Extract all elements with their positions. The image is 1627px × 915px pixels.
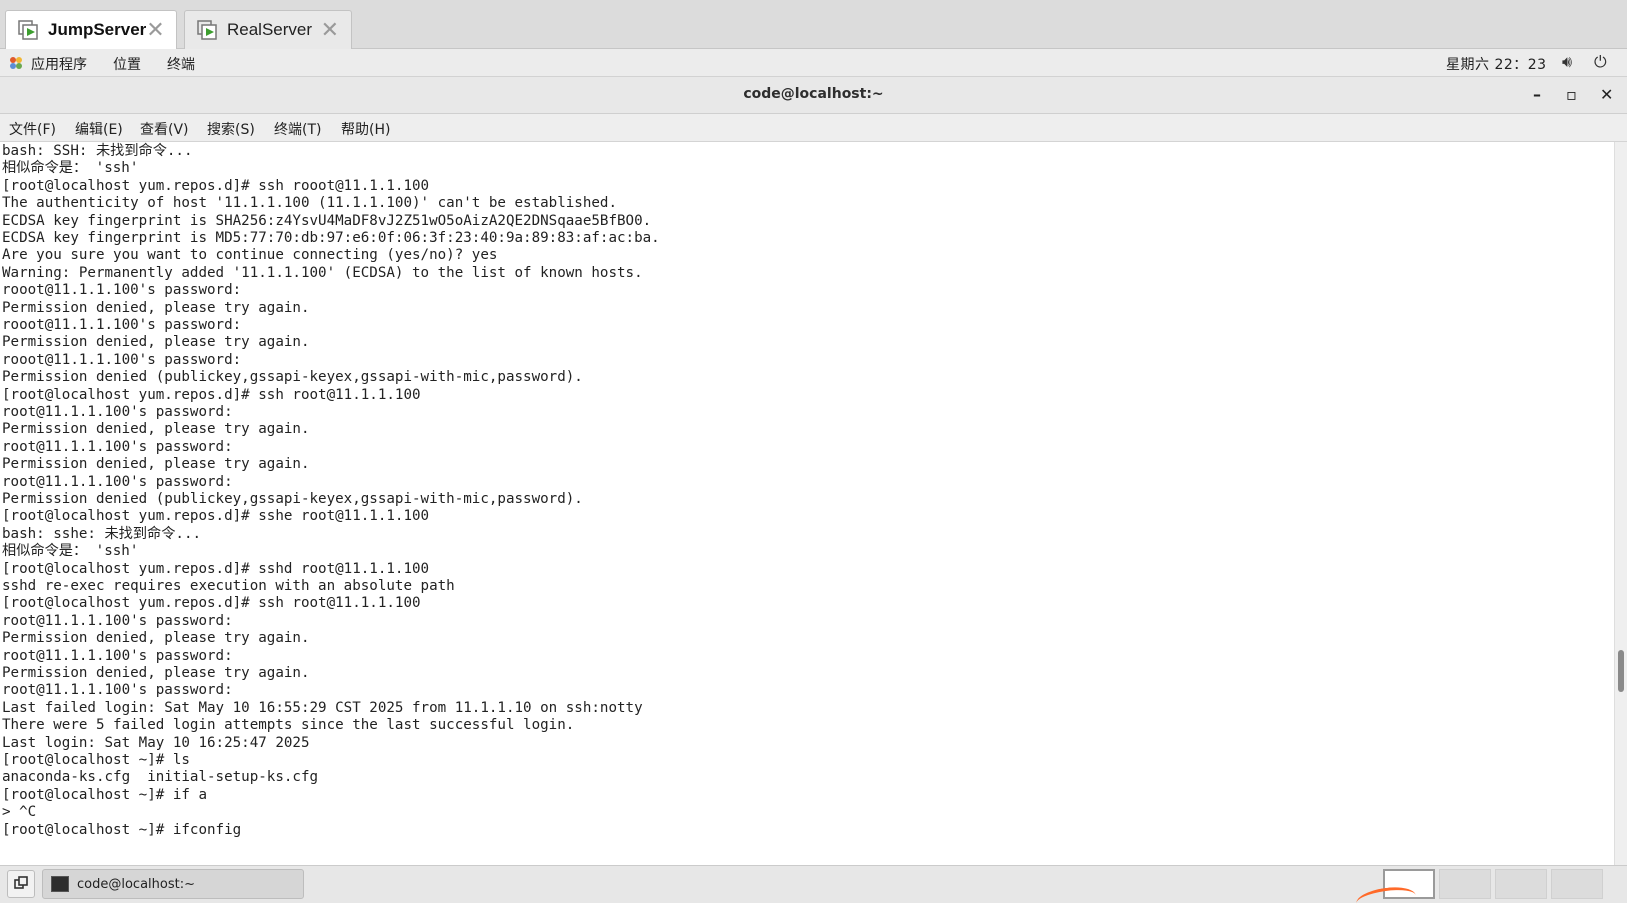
terminal-line: rooot@11.1.1.100's password: <box>2 351 242 368</box>
vm-tab-strip: JumpServer ✕ RealServer ✕ <box>0 0 1627 49</box>
terminal-line: Last failed login: Sat May 10 16:55:29 C… <box>2 699 643 716</box>
terminal-line: Permission denied (publickey,gssapi-keye… <box>2 369 583 386</box>
terminal-line: sshd re-exec requires execution with an … <box>2 578 455 594</box>
terminal-line: There were 5 failed login attempts since… <box>2 717 575 734</box>
places-menu[interactable]: 位置 <box>113 54 141 74</box>
terminal-line: The authenticity of host '11.1.1.100 (11… <box>2 195 617 212</box>
terminal-line: [root@localhost yum.repos.d]# sshe root@… <box>2 508 430 525</box>
vm-console-icon <box>197 19 219 41</box>
terminal-line: Permission denied, please try again. <box>2 421 310 438</box>
terminal-line: Permission denied, please try again. <box>2 630 310 647</box>
menu-file[interactable]: 文件(F) <box>9 119 56 139</box>
terminal-line: > ^C <box>2 804 37 821</box>
terminal-menu[interactable]: 终端 <box>167 54 195 74</box>
volume-icon[interactable]: 🔊︎ <box>1562 52 1572 72</box>
workspace-3[interactable] <box>1495 869 1547 899</box>
maximize-button[interactable]: ▫ <box>1566 85 1577 104</box>
terminal-line: anaconda-ks.cfg initial-setup-ks.cfg <box>2 769 319 786</box>
tab-label: JumpServer <box>48 20 147 39</box>
menu-search[interactable]: 搜索(S) <box>207 119 255 139</box>
terminal-line: [root@localhost yum.repos.d]# sshd root@… <box>2 560 430 577</box>
terminal-line: [root@localhost ~]# ls <box>2 752 190 768</box>
terminal-line: Warning: Permanently added '11.1.1.100' … <box>2 264 643 281</box>
terminal-line: Are you sure you want to continue connec… <box>2 247 498 264</box>
tab-jumpserver[interactable]: JumpServer ✕ <box>5 10 177 49</box>
close-button[interactable]: ✕ <box>1600 85 1613 104</box>
vm-console-icon <box>18 19 40 41</box>
terminal-line: root@11.1.1.100's password: <box>2 682 233 699</box>
terminal-line: root@11.1.1.100's password: <box>2 438 233 455</box>
terminal-line: root@11.1.1.100's password: <box>2 612 233 629</box>
tab-label: RealServer <box>227 20 313 39</box>
terminal-line: root@11.1.1.100's password: <box>2 647 233 664</box>
terminal-icon <box>51 876 69 892</box>
applications-menu[interactable]: 应用程序 <box>31 54 87 74</box>
show-desktop-button[interactable] <box>7 870 35 898</box>
terminal-line: Last login: Sat May 10 16:25:47 2025 <box>2 734 310 751</box>
terminal-line: 相似命令是： 'ssh' <box>2 543 139 560</box>
terminal-line: rooot@11.1.1.100's password: <box>2 317 242 333</box>
workspace-4[interactable] <box>1551 869 1603 899</box>
terminal-line: ECDSA key fingerprint is SHA256:z4YsvU4M… <box>2 212 652 229</box>
window-titlebar[interactable]: code@localhost:~ – ▫ ✕ <box>0 77 1627 114</box>
terminal-line: 相似命令是： 'ssh' <box>2 160 139 177</box>
menu-help[interactable]: 帮助(H) <box>341 119 390 139</box>
taskbar-window-button[interactable]: code@localhost:~ <box>42 869 304 899</box>
menu-terminal[interactable]: 终端(T) <box>274 119 321 139</box>
terminal-line: rooot@11.1.1.100's password: <box>2 282 242 299</box>
scrollbar-thumb[interactable] <box>1618 650 1624 692</box>
window-title: code@localhost:~ <box>743 86 884 102</box>
power-icon[interactable]: ⏻ <box>1594 52 1607 72</box>
tab-realserver[interactable]: RealServer ✕ <box>184 10 352 49</box>
terminal-line: [root@localhost yum.repos.d]# ssh root@1… <box>2 595 421 612</box>
terminal-line: Permission denied, please try again. <box>2 665 310 681</box>
terminal-line: [root@localhost yum.repos.d]# ssh rooot@… <box>2 177 430 194</box>
terminal-line: [root@localhost yum.repos.d]# ssh root@1… <box>2 386 421 403</box>
show-desktop-icon <box>14 876 28 889</box>
minimize-button[interactable]: – <box>1533 85 1541 104</box>
terminal-line: Permission denied, please try again. <box>2 456 310 473</box>
terminal-line: Permission denied (publickey,gssapi-keye… <box>2 491 583 507</box>
applications-icon <box>9 56 23 70</box>
top-panel: 应用程序 位置 终端 星期六 22：23 🔊︎ ⏻ <box>0 49 1627 77</box>
terminal-line: ECDSA key fingerprint is MD5:77:70:db:97… <box>2 230 660 246</box>
menu-edit[interactable]: 编辑(E) <box>75 119 123 139</box>
terminal-scrollbar[interactable] <box>1614 142 1627 865</box>
workspace-2[interactable] <box>1439 869 1491 899</box>
terminal-menubar: 文件(F) 编辑(E) 查看(V) 搜索(S) 终端(T) 帮助(H) <box>0 114 1627 142</box>
close-icon[interactable]: ✕ <box>146 19 164 41</box>
menu-view[interactable]: 查看(V) <box>140 119 189 139</box>
terminal-line: root@11.1.1.100's password: <box>2 473 233 490</box>
terminal-line: bash: sshe: 未找到命令... <box>2 525 202 542</box>
terminal-line: root@11.1.1.100's password: <box>2 404 233 420</box>
terminal-line: bash: SSH: 未找到命令... <box>2 143 193 159</box>
terminal-line: [root@localhost ~]# if a <box>2 786 207 803</box>
panel-clock[interactable]: 星期六 22：23 <box>1446 54 1547 74</box>
close-icon[interactable]: ✕ <box>321 19 339 41</box>
terminal-output[interactable]: bash: SSH: 未找到命令... 相似命令是： 'ssh' [root@loc… <box>0 142 1614 865</box>
taskbar-window-label: code@localhost:~ <box>77 876 195 892</box>
terminal-line: [root@localhost ~]# ifconfig <box>2 821 242 838</box>
terminal-line: Permission denied, please try again. <box>2 334 310 351</box>
terminal-line: Permission denied, please try again. <box>2 299 310 316</box>
